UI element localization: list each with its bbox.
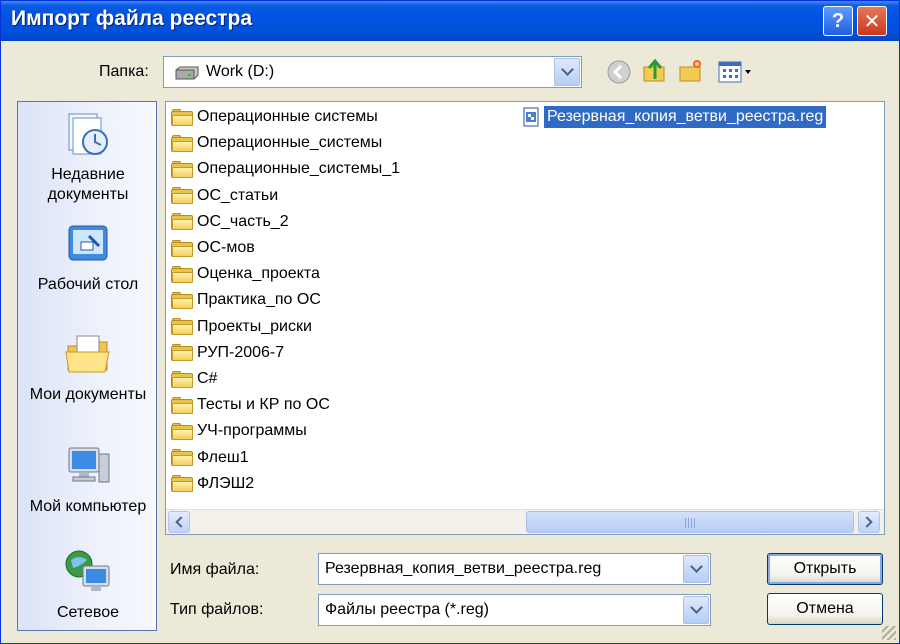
folder-item[interactable]: Операционные_системы [171,131,382,155]
lookin-dropdown-arrow[interactable] [554,58,580,86]
window-title: Импорт файла реестра [11,7,253,30]
chevron-down-icon [689,560,703,573]
chevron-down-icon [560,63,574,76]
scroll-left-button[interactable] [168,511,190,533]
folder-icon [171,344,193,362]
filename-label: Имя файла: [170,561,260,578]
folder-icon [171,108,193,126]
folder-item[interactable]: ФЛЭШ2 [171,472,254,496]
place-my-computer[interactable]: Мой компьютер [18,442,156,517]
folder-name: РУП-2006-7 [197,343,285,361]
new-folder-icon[interactable] [677,57,705,85]
places-bar: Недавние документы Рабочий стол Мои доку… [17,101,157,631]
folder-name: Флеш1 [197,448,249,466]
filename-dropdown-arrow[interactable] [683,555,709,583]
folder-name: Операционные_системы [197,134,383,152]
folder-item[interactable]: Флеш1 [171,446,249,470]
my-documents-icon [65,335,110,373]
folder-name: Операционные_системы_1 [197,160,401,178]
folder-item[interactable]: Проекты_риски [171,315,312,339]
open-button[interactable]: Открыть [767,553,883,585]
folder-item[interactable]: Операционные системы [171,105,378,129]
folder-name: Операционные системы [197,108,378,125]
folder-name: Тесты и КР по ОС [197,396,330,414]
recent-documents-icon [68,113,108,155]
network-icon [65,550,110,591]
help-button[interactable]: ? [823,6,853,36]
folder-icon [171,370,193,388]
filetype-combobox[interactable]: Файлы реестра (*.reg) [318,594,711,626]
folder-icon [171,475,193,493]
chevron-right-icon [861,516,873,528]
folder-name: Оценка_проекта [197,265,320,283]
folder-icon [171,291,193,309]
scroll-right-button[interactable] [858,511,880,533]
place-label: Рабочий стол [37,276,139,293]
lookin-combobox[interactable]: Work (D:) [163,56,582,88]
cancel-button[interactable]: Отмена [767,593,883,625]
folder-name: ОС-мов [197,239,255,256]
folder-icon [171,449,193,467]
horizontal-scrollbar[interactable] [166,509,884,534]
import-registry-dialog: Импорт файла реестра ? ✕ Папка: Work (D:… [0,0,900,644]
title-bar[interactable]: Импорт файла реестра ? ✕ [1,1,899,41]
folder-icon [171,422,193,440]
folder-item[interactable]: ОС_статьи [171,184,278,208]
folder-name: Проекты_риски [197,317,312,335]
drive-icon [175,66,199,80]
folder-name: ОС_часть_2 [197,212,289,230]
lookin-value: Work (D:) [206,63,275,80]
filename-value: Резервная_копия_ветви_реестра.reg [325,560,602,577]
folder-icon [171,239,193,257]
folder-icon [171,396,193,414]
filetype-label: Тип файлов: [170,601,264,618]
view-menu-icon[interactable] [717,58,755,86]
place-desktop[interactable]: Рабочий стол [18,220,156,295]
folder-item[interactable]: РУП-2006-7 [171,341,284,365]
lookin-label: Папка: [99,63,149,80]
folder-name: УЧ-программы [197,422,307,440]
folder-name: ОС_статьи [197,186,279,204]
folder-item[interactable]: Тесты и КР по ОС [171,393,330,417]
scrollbar-thumb[interactable] [526,511,854,533]
folder-item[interactable]: Практика_по ОС [171,288,321,312]
folder-icon [171,160,193,178]
place-label: Мой компьютер [29,498,147,515]
folder-name: ФЛЭШ2 [197,474,255,492]
place-my-documents[interactable]: Мои документы [18,330,156,405]
place-label: Мои документы [29,386,147,403]
resize-grip[interactable] [882,626,896,640]
place-network[interactable]: Сетевое [18,548,156,623]
chevron-down-icon [689,601,703,614]
place-label: Недавние документы [47,166,129,203]
folder-item[interactable]: Оценка_проекта [171,262,320,286]
folder-item[interactable]: УЧ-программы [171,419,307,443]
file-item-selected[interactable]: Резервная_копия_ветви_реестра.reg [521,105,827,129]
close-button[interactable]: ✕ [857,6,887,36]
folder-name: Практика_по ОС [197,291,321,309]
folder-icon [171,213,193,231]
up-folder-icon[interactable] [641,57,669,85]
folder-item[interactable]: ОС_часть_2 [171,210,289,234]
filetype-value: Файлы реестра (*.reg) [325,601,489,618]
file-name: Резервная_копия_ветви_реестра.reg [544,106,827,128]
chevron-left-icon [175,516,187,528]
filename-combobox[interactable]: Резервная_копия_ветви_реестра.reg [318,553,711,585]
folder-item[interactable]: ОС-мов [171,236,255,260]
folder-icon [171,187,193,205]
my-computer-icon [68,447,110,483]
folder-item[interactable]: C# [171,367,217,391]
back-icon[interactable] [605,58,633,86]
folder-name: C# [197,370,218,387]
filetype-dropdown-arrow[interactable] [683,596,709,624]
registry-file-icon [523,107,539,127]
folder-icon [171,134,193,152]
desktop-icon [68,225,108,261]
place-label: Сетевое [56,604,120,621]
folder-icon [171,318,193,336]
place-recent-documents[interactable]: Недавние документы [18,110,156,205]
folder-item[interactable]: Операционные_системы_1 [171,157,400,181]
folder-icon [171,265,193,283]
